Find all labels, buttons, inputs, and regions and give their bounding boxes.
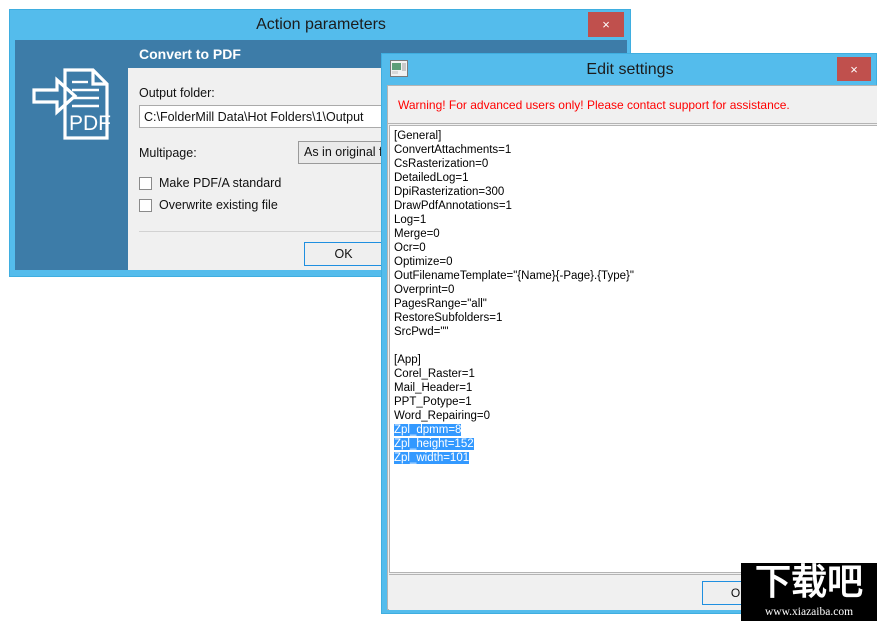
settings-line: ConvertAttachments=1 [394,144,512,156]
action-icon-panel: PDF [15,40,128,270]
settings-text-area[interactable]: [General] ConvertAttachments=1 CsRasteriza… [389,125,877,573]
settings-line: DpiRasterization=300 [394,186,505,198]
settings-line: SrcPwd="" [394,326,449,338]
edit-settings-title: Edit settings [586,61,674,78]
close-icon[interactable]: × [837,57,871,81]
selected-text: Zpl_width=101 [394,452,470,464]
action-ok-button[interactable]: OK [304,242,383,266]
settings-line: Zpl_height=152 [394,437,877,451]
settings-line: Mail_Header=1 [394,382,473,394]
watermark-logo-text: 下载吧 [754,563,863,603]
selected-text: Zpl_dpmm=8 [394,424,462,436]
overwrite-existing-file-checkbox[interactable] [139,198,152,212]
make-pdfa-standard-label: Make PDF/A standard [159,176,282,190]
settings-line: [General] [394,130,442,142]
action-parameters-titlebar[interactable]: Action parameters × [10,10,630,40]
settings-line: [App] [394,354,421,366]
watermark-url: www.xiazaiba.com [764,606,854,618]
output-folder-label: Output folder: [139,86,215,100]
make-pdfa-standard-checkbox[interactable] [139,176,152,190]
overwrite-existing-file-label: Overwrite existing file [159,198,278,212]
make-pdfa-standard-row[interactable]: Make PDF/A standard [139,176,281,190]
warning-message: Warning! For advanced users only! Please… [388,86,877,124]
settings-line: PPT_Potype=1 [394,396,472,408]
close-icon[interactable]: × [588,12,624,37]
settings-line: DrawPdfAnnotations=1 [394,200,512,212]
settings-line: Word_Repairing=0 [394,410,490,422]
settings-line: Overprint=0 [394,284,455,296]
selected-text: Zpl_height=152 [394,438,474,450]
settings-line: CsRasterization=0 [394,158,489,170]
settings-line: OutFilenameTemplate="{Name}{-Page}.{Type… [394,270,634,282]
multipage-label: Multipage: [139,146,197,160]
watermark: 下载吧 www.xiazaiba.com [741,563,877,621]
settings-line: Zpl_dpmm=8 [394,423,877,437]
svg-text:PDF: PDF [69,112,111,135]
edit-settings-body: Warning! For advanced users only! Please… [387,85,877,610]
settings-line: PagesRange="all" [394,298,487,310]
pdf-convert-icon: PDF [31,68,111,140]
edit-settings-titlebar[interactable]: Edit settings × [382,54,876,85]
edit-settings-dialog: Edit settings × Warning! For advanced us… [381,53,877,614]
screen: Action parameters × PDF Convert to PDF O… [0,0,877,621]
settings-line: Optimize=0 [394,256,453,268]
settings-line: RestoreSubfolders=1 [394,312,503,324]
settings-line: Log=1 [394,214,427,226]
settings-line: Merge=0 [394,228,440,240]
settings-line: Ocr=0 [394,242,426,254]
settings-line [394,339,877,353]
settings-line: Zpl_width=101 [394,451,877,465]
overwrite-existing-file-row[interactable]: Overwrite existing file [139,198,278,212]
settings-line: DetailedLog=1 [394,172,469,184]
settings-line: Corel_Raster=1 [394,368,475,380]
action-parameters-title: Action parameters [256,16,386,33]
